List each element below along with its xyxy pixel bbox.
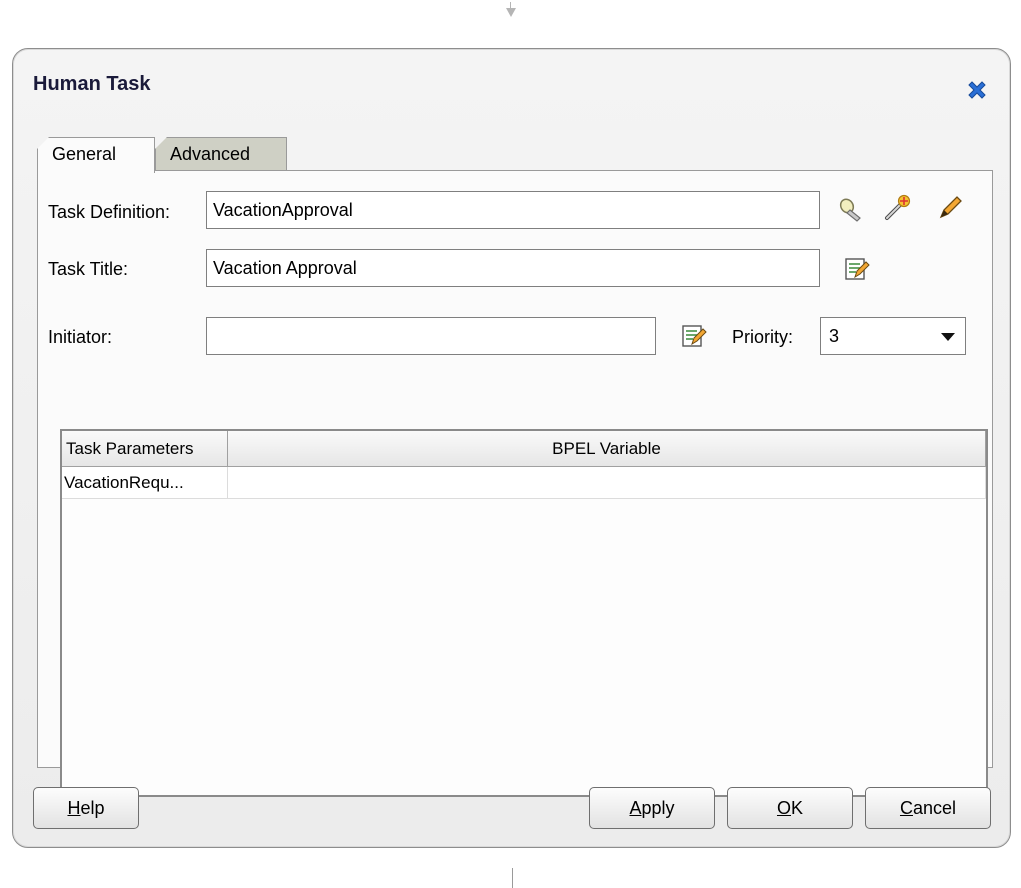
cancel-mnemonic: C xyxy=(899,798,913,818)
ok-mnemonic: O xyxy=(776,798,791,818)
dialog-title: Human Task xyxy=(33,73,151,95)
column-header-task-parameters[interactable]: Task Parameters xyxy=(62,431,228,467)
column-header-bpel-variable[interactable]: BPEL Variable xyxy=(228,431,986,467)
task-definition-label: Task Definition: xyxy=(48,202,171,222)
task-parameters-table: Task Parameters BPEL Variable VacationRe… xyxy=(60,429,988,797)
priority-select[interactable]: 3 xyxy=(820,317,966,355)
apply-button[interactable]: Apply xyxy=(589,787,715,829)
pencil-icon[interactable] xyxy=(936,193,964,221)
ok-button[interactable]: OK xyxy=(727,787,853,829)
apply-mnemonic: A xyxy=(629,798,642,818)
help-mnemonic: H xyxy=(67,798,81,818)
tab-general-label: General xyxy=(52,144,117,164)
table-row-param-cell[interactable]: VacationRequ... xyxy=(62,467,228,499)
flashlight-icon[interactable] xyxy=(838,196,866,224)
edit-expression-icon[interactable] xyxy=(843,255,871,283)
general-tab-panel: Task Definition: VacationApproval Task T… xyxy=(37,170,993,797)
priority-value: 3 xyxy=(829,326,840,346)
tab-advanced[interactable]: Advanced xyxy=(155,137,287,170)
cancel-label-rest: ancel xyxy=(912,798,957,818)
help-button[interactable]: Help xyxy=(33,787,139,829)
task-definition-field[interactable]: VacationApproval xyxy=(206,191,820,229)
edit-expression-icon[interactable] xyxy=(680,322,708,350)
flow-arrow-icon xyxy=(506,8,516,17)
task-title-field[interactable]: Vacation Approval xyxy=(206,249,820,287)
tab-advanced-label: Advanced xyxy=(170,144,251,164)
cancel-button[interactable]: Cancel xyxy=(865,787,991,829)
table-row-variable-cell[interactable] xyxy=(228,467,986,499)
initiator-label: Initiator: xyxy=(48,327,113,347)
initiator-field[interactable] xyxy=(206,317,656,355)
help-label-rest: elp xyxy=(80,798,105,818)
apply-label-rest: pply xyxy=(641,798,675,818)
tab-general[interactable]: General xyxy=(37,137,155,173)
chevron-down-icon[interactable] xyxy=(941,333,955,341)
flow-connector-line-bottom xyxy=(512,868,513,888)
close-x-icon[interactable] xyxy=(966,79,988,101)
priority-label: Priority: xyxy=(732,327,794,347)
task-title-label: Task Title: xyxy=(48,259,129,279)
human-task-dialog: Human Task General Advanced Task Definit… xyxy=(12,48,1011,848)
ok-label-rest: K xyxy=(791,798,804,818)
magic-wand-icon[interactable] xyxy=(884,193,912,221)
